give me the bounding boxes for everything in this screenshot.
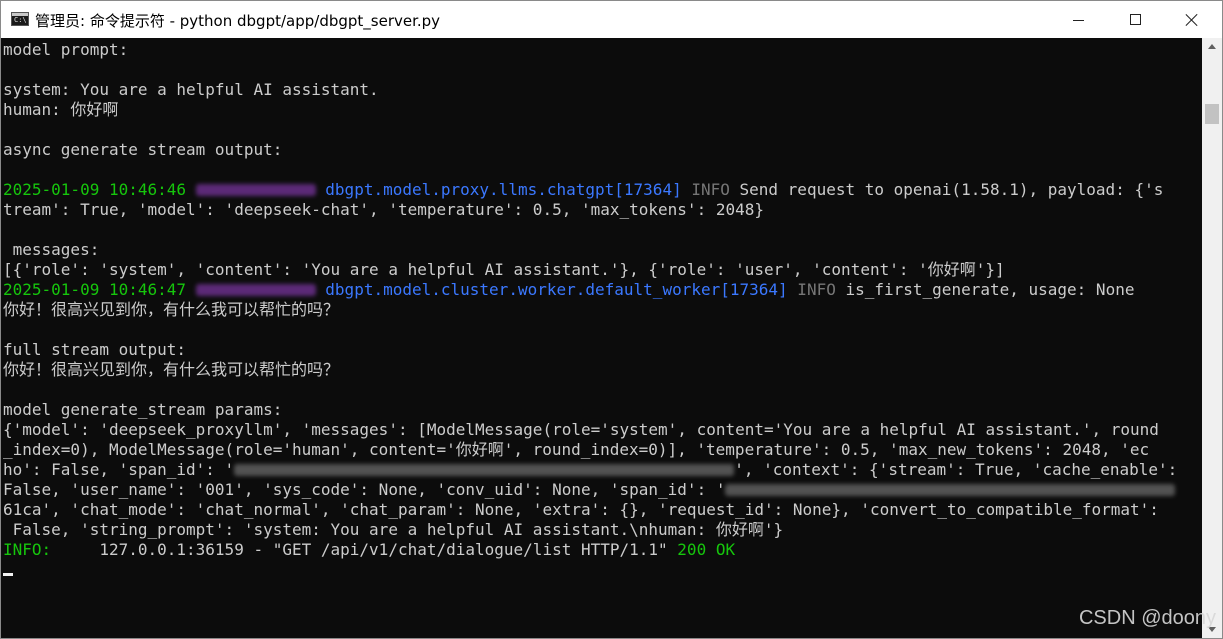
redacted-text <box>195 183 316 196</box>
console-line: False, 'string_prompt': 'system: You are… <box>3 520 1177 540</box>
console-line: tream': True, 'model': 'deepseek-chat', … <box>3 200 1177 220</box>
console-text: 61ca', 'chat_mode': 'chat_normal', 'chat… <box>3 500 1159 519</box>
redacted-text <box>195 283 316 296</box>
console-text: 2025-01-09 10:46:47 <box>3 280 196 299</box>
console-lines: model prompt: system: You are a helpful A… <box>3 40 1177 560</box>
scroll-thumb[interactable] <box>1205 104 1219 124</box>
scroll-up-button[interactable] <box>1202 38 1222 55</box>
console-text: model generate_stream params: <box>3 400 283 419</box>
console-text: async generate stream output: <box>3 140 283 159</box>
text-cursor <box>3 573 13 576</box>
console-text: INFO: <box>3 540 100 559</box>
console-text: tream': True, 'model': 'deepseek-chat', … <box>3 200 764 219</box>
console-text: 你好！很高兴见到你，有什么我可以帮忙的吗？ <box>3 300 340 319</box>
console-text: [{'role': 'system', 'content': 'You are … <box>3 260 1005 279</box>
console-line: async generate stream output: <box>3 140 1177 160</box>
arrow-up-icon <box>1208 44 1216 49</box>
cmd-icon[interactable]: C:\ <box>11 12 29 26</box>
console-line: 你好！很高兴见到你，有什么我可以帮忙的吗？ <box>3 360 1177 380</box>
console-output[interactable]: model prompt: system: You are a helpful A… <box>1 38 1202 638</box>
console-line: 你好！很高兴见到你，有什么我可以帮忙的吗？ <box>3 300 1177 320</box>
close-button[interactable] <box>1163 1 1221 38</box>
console-text: 2025-01-09 10:46:46 <box>3 180 196 199</box>
console-text: is_first_generate, usage: None <box>835 280 1135 299</box>
console-text: model prompt: <box>3 40 129 59</box>
console-line: system: You are a helpful AI assistant. <box>3 80 1177 100</box>
console-line: {'model': 'deepseek_proxyllm', 'messages… <box>3 420 1177 440</box>
console-text: False, 'user_name': '001', 'sys_code': N… <box>3 480 726 499</box>
title-bar[interactable]: C:\ 管理员: 命令提示符 - python dbgpt/app/dbgpt_… <box>1 1 1222 38</box>
maximize-button[interactable] <box>1106 1 1164 38</box>
console-text: INFO <box>787 280 836 299</box>
console-line: model generate_stream params: <box>3 400 1177 420</box>
console-line: INFO: 127.0.0.1:36159 - "GET /api/v1/cha… <box>3 540 1177 560</box>
console-line: [{'role': 'system', 'content': 'You are … <box>3 260 1177 280</box>
window-title: 管理员: 命令提示符 - python dbgpt/app/dbgpt_serv… <box>35 12 441 30</box>
console-text: INFO <box>681 180 730 199</box>
console-line: human: 你好啊 <box>3 100 1177 120</box>
console-line: _index=0), ModelMessage(role='human', co… <box>3 440 1177 460</box>
console-text: 200 OK <box>677 540 736 559</box>
console-text: full stream output: <box>3 340 187 359</box>
console-text: dbgpt.model.cluster.worker.default_worke… <box>315 280 788 299</box>
console-line: 61ca', 'chat_mode': 'chat_normal', 'chat… <box>3 500 1177 520</box>
console-text: False, 'string_prompt': 'system: You are… <box>3 520 784 539</box>
console-text: 127.0.0.1:36159 - "GET /api/v1/chat/dial… <box>99 540 678 559</box>
console-text: dbgpt.model.proxy.llms.chatgpt[17364] <box>315 180 682 199</box>
console-window: C:\ 管理员: 命令提示符 - python dbgpt/app/dbgpt_… <box>0 0 1223 639</box>
console-text: _index=0), ModelMessage(role='human', co… <box>3 440 1150 459</box>
close-icon <box>1185 13 1199 27</box>
console-line: 2025-01-09 10:46:47 dbgpt.model.cluster.… <box>3 280 1177 300</box>
console-line: 2025-01-09 10:46:46 dbgpt.model.proxy.ll… <box>3 180 1177 200</box>
console-line: ho': False, 'span_id': ' ', 'context': {'… <box>3 460 1177 480</box>
console-line: model prompt: <box>3 40 1177 60</box>
watermark: CSDN @doony <box>1078 607 1216 629</box>
console-text: ho': False, 'span_id': ' <box>3 460 235 479</box>
maximize-icon <box>1129 14 1141 25</box>
console-text: {'model': 'deepseek_proxyllm', 'messages… <box>3 420 1159 439</box>
redacted-text <box>234 463 735 476</box>
console-text: Send request to openai(1.58.1), payload:… <box>729 180 1164 199</box>
console-text: messages: <box>3 240 100 259</box>
console-line: False, 'user_name': '001', 'sys_code': N… <box>3 480 1177 500</box>
minimize-icon <box>1072 20 1084 21</box>
minimize-button[interactable] <box>1049 1 1107 38</box>
console-text: human: 你好啊 <box>3 100 119 119</box>
vertical-scrollbar[interactable] <box>1202 38 1222 638</box>
console-text: 你好！很高兴见到你，有什么我可以帮忙的吗？ <box>3 360 340 379</box>
console-text: ', 'context': {'stream': True, 'cache_en… <box>734 460 1178 479</box>
console-line: full stream output: <box>3 340 1177 360</box>
console-text: system: You are a helpful AI assistant. <box>3 80 379 99</box>
console-line: messages: <box>3 240 1177 260</box>
redacted-text <box>725 483 1176 496</box>
